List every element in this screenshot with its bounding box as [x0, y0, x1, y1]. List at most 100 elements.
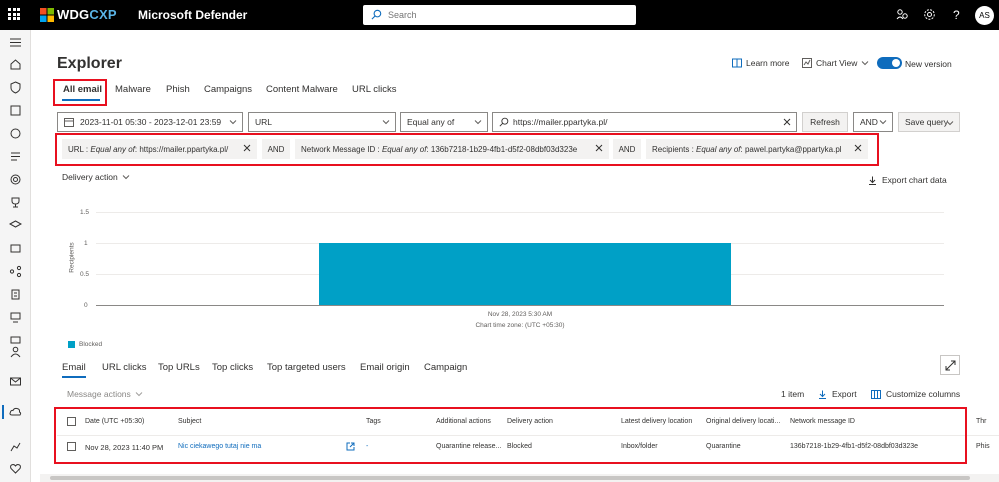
hamburger-menu-icon[interactable] — [9, 36, 22, 49]
new-version-toggle[interactable] — [877, 57, 902, 69]
chevron-down-icon — [122, 175, 130, 180]
message-actions-dropdown[interactable]: Message actions — [67, 389, 143, 399]
clear-icon[interactable] — [783, 118, 791, 126]
scrollbar-thumb[interactable] — [50, 476, 970, 480]
windows-logo-icon — [40, 8, 54, 22]
subtab-selected-underline — [62, 376, 86, 378]
filter-field-dropdown[interactable]: URL — [248, 112, 396, 132]
chevron-down-icon — [946, 121, 954, 126]
export-button[interactable]: Export — [818, 389, 857, 399]
hunting-icon[interactable] — [9, 127, 22, 140]
learn-more-link[interactable]: Learn more — [732, 58, 789, 68]
workflow-icon[interactable] — [9, 265, 22, 278]
y-tick-label: 0.5 — [80, 271, 90, 278]
chevron-down-icon — [382, 120, 390, 125]
search-icon — [499, 117, 509, 127]
tab-content-malware[interactable]: Content Malware — [266, 84, 338, 95]
tenant-brand: WDGCXP — [57, 7, 117, 22]
export-chart-data-button[interactable]: Export chart data — [868, 175, 947, 185]
gear-icon[interactable] — [923, 8, 936, 21]
y-tick-label: 1.5 — [80, 209, 90, 216]
search-icon — [371, 9, 382, 20]
chevron-down-icon — [229, 120, 237, 125]
delivery-action-dropdown[interactable]: Delivery action — [62, 172, 130, 182]
avatar[interactable]: AS — [975, 6, 994, 25]
legend-swatch-blocked — [68, 341, 75, 348]
reports-icon[interactable] — [9, 440, 22, 453]
subtab-email[interactable]: Email — [62, 362, 86, 373]
help-icon[interactable]: ? — [951, 8, 962, 21]
logic-operator-dropdown[interactable]: AND — [853, 112, 893, 132]
global-search[interactable] — [363, 5, 636, 25]
subtab-top-clicks[interactable]: Top clicks — [212, 362, 253, 373]
bar-blocked[interactable] — [319, 243, 731, 305]
chevron-down-icon — [879, 120, 887, 125]
x-tick-label: Nov 28, 2023 5:30 AM — [487, 311, 553, 318]
people-icon[interactable] — [896, 8, 909, 21]
shield-icon[interactable] — [9, 81, 22, 94]
save-query-button[interactable]: Save query — [898, 112, 960, 132]
actions-icon[interactable] — [9, 150, 22, 163]
columns-icon — [871, 389, 881, 399]
tab-phish[interactable]: Phish — [166, 84, 190, 95]
expand-button[interactable] — [940, 355, 960, 375]
learning-icon[interactable] — [9, 219, 22, 232]
gridline — [96, 212, 944, 213]
policy-icon[interactable] — [9, 288, 22, 301]
subtab-campaign[interactable]: Campaign — [424, 362, 467, 373]
calendar-icon — [64, 118, 74, 127]
top-bar: WDGCXP Microsoft Defender ? AS — [0, 0, 999, 30]
subtab-top-targeted-users[interactable]: Top targeted users — [267, 362, 346, 373]
download-icon — [819, 390, 826, 399]
assets-icon[interactable] — [9, 311, 22, 324]
filter-value-input[interactable]: https://mailer.ppartyka.pl/ — [492, 112, 797, 132]
chart-icon — [802, 58, 812, 68]
search-input[interactable] — [388, 7, 628, 23]
app-launcher-icon[interactable] — [8, 8, 20, 20]
filter-operator-dropdown[interactable]: Equal any of — [400, 112, 488, 132]
tab-campaigns[interactable]: Campaigns — [204, 84, 252, 95]
cloud-icon[interactable] — [9, 405, 22, 418]
horizontal-scrollbar[interactable] — [40, 474, 999, 482]
highlight-all-email-tab — [53, 79, 107, 106]
chevron-down-icon — [862, 61, 869, 66]
subtab-email-origin[interactable]: Email origin — [360, 362, 410, 373]
book-icon — [732, 58, 742, 68]
product-name: Microsoft Defender — [138, 8, 248, 22]
new-version-label: New version — [905, 59, 952, 69]
chevron-down-icon — [474, 120, 482, 125]
tab-malware[interactable]: Malware — [115, 84, 151, 95]
incidents-icon[interactable] — [9, 104, 22, 117]
x-axis-label: Chart time zone: (UTC +05:30) — [475, 322, 565, 329]
page-title: Explorer — [57, 55, 122, 72]
download-icon — [869, 176, 876, 185]
subtab-top-urls[interactable]: Top URLs — [158, 362, 200, 373]
y-tick-label: 0 — [84, 302, 88, 309]
highlight-table — [54, 407, 967, 464]
customize-columns-button[interactable]: Customize columns — [871, 389, 960, 399]
column-header-threats[interactable]: Thr — [976, 418, 987, 425]
refresh-button[interactable]: Refresh — [802, 112, 848, 132]
chevron-down-icon — [135, 392, 143, 397]
trophy-icon[interactable] — [9, 196, 22, 209]
cell-threats: Phis — [976, 443, 990, 450]
email-icon[interactable] — [9, 375, 22, 388]
health-icon[interactable] — [9, 462, 22, 475]
item-count: 1 item — [781, 389, 805, 399]
person-icon[interactable] — [9, 345, 22, 358]
date-range-picker[interactable]: 2023-11-01 05:30 - 2023-12-01 23:59 — [57, 112, 243, 132]
chart-view-dropdown[interactable]: Chart View — [802, 58, 869, 68]
threat-intel-icon[interactable] — [9, 173, 22, 186]
x-axis-line — [96, 305, 944, 306]
tab-url-clicks[interactable]: URL clicks — [352, 84, 397, 95]
home-icon[interactable] — [9, 58, 22, 71]
highlight-filter-pills — [55, 133, 879, 166]
subtab-url-clicks[interactable]: URL clicks — [102, 362, 147, 373]
expand-icon — [945, 360, 956, 371]
y-tick-label: 1 — [84, 240, 88, 247]
legend-label-blocked: Blocked — [79, 341, 103, 348]
left-navigation — [0, 30, 31, 482]
y-axis-label: Recipients — [68, 242, 76, 273]
partners-icon[interactable] — [9, 242, 22, 255]
svg-text:?: ? — [953, 8, 960, 21]
